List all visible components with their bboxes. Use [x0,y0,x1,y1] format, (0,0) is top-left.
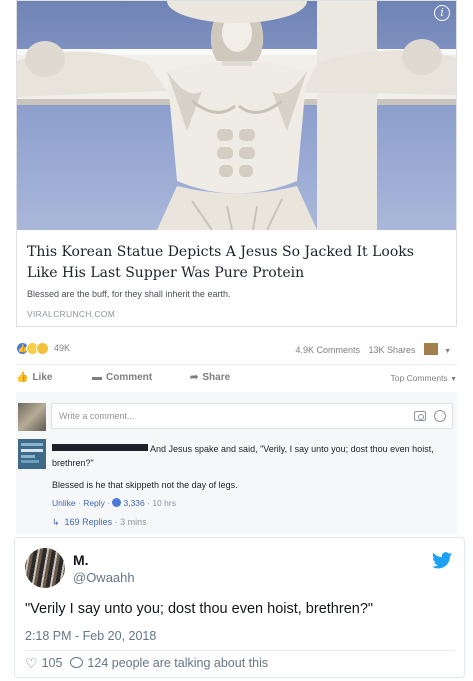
tweet-like-count[interactable]: 105 [42,656,63,670]
link-domain: VIRALCRUNCH.COM [27,309,116,319]
statue-illustration [17,1,456,230]
reply-link[interactable]: Reply [83,498,105,508]
engagement-stats: 4.9K Comments 13K Shares ▼ [295,343,457,355]
reply-body: Blessed is he that skippeth not the day … [52,480,238,490]
comment-label: Comment [106,372,153,383]
commenter-avatar[interactable] [18,439,46,469]
top-comments-label: Top Comments [390,373,448,383]
comment-icon: ▬ [92,372,102,383]
share-arrow-icon: ➦ [190,372,199,383]
reply-time[interactable]: 10 hrs [152,498,176,508]
reaction-count[interactable]: 49K [54,343,70,353]
redacted-name [52,444,148,451]
like-icon [112,498,122,507]
link-preview-card[interactable]: i This Korean Statue Depicts A Jesus So … [16,0,457,327]
comment-body: And Jesus spake and said, "Verily, I say… [52,442,452,470]
comment-placeholder: Write a comment... [59,411,135,421]
share-button[interactable]: ➦ Share [190,372,230,383]
caret-down-icon[interactable]: ▼ [444,348,451,355]
heart-icon[interactable]: ♡ [25,655,38,671]
view-replies-link[interactable]: ↳ 169 Replies · 3 mins [52,517,147,528]
tweet-author-handle[interactable]: @Owaahh [73,570,135,585]
shares-count[interactable]: 13K Shares [369,345,416,355]
top-comments-dropdown[interactable]: Top Comments ▼ [391,373,457,383]
avatar[interactable] [25,548,65,588]
comment-button[interactable]: ▬ Comment [92,372,152,383]
page-avatar-icon[interactable] [424,343,439,355]
link-title[interactable]: This Korean Statue Depicts A Jesus So Ja… [27,242,447,284]
tweet-author-name[interactable]: M. [73,552,89,568]
replies-time: 3 mins [120,517,147,527]
screenshot-root: i This Korean Statue Depicts A Jesus So … [0,0,473,681]
comment-input[interactable]: Write a comment... [51,403,453,429]
tweet-timestamp[interactable]: 2:18 PM - Feb 20, 2018 [25,629,156,643]
post-actions: 👍 Like ▬ Comment ➦ Share Top Comments ▼ [16,372,457,390]
tweet-text: "Verily I say unto you; dost thou even h… [25,601,374,617]
tweet-stats: ♡ 105 124 people are talking about this [25,655,268,672]
reply-arrow-icon: ↳ [52,517,60,527]
comments-section: Write a comment... And Jesus spake and s… [16,392,457,534]
reply-bubble-icon[interactable] [70,657,84,668]
emoji-icon[interactable] [434,410,446,422]
divider [25,650,454,651]
statue-image[interactable]: i [17,1,456,230]
thumbs-up-icon: 👍 [16,372,29,383]
like-button[interactable]: 👍 Like [16,372,52,383]
link-description: Blessed are the buff, for they shall inh… [27,289,231,299]
divider [16,364,457,365]
reply-meta: Unlike · Reply · 3,336 · 10 hrs [52,498,176,508]
twitter-bird-icon[interactable] [432,552,452,574]
reactions-bar: 👍 49K 4.9K Comments 13K Shares ▼ [16,340,457,358]
avatar[interactable] [18,403,46,431]
haha-reaction-icon[interactable] [36,342,49,355]
tweet-talking-count[interactable]: 124 people are talking about this [87,656,268,670]
reply-like-count[interactable]: 3,336 [123,498,144,508]
replies-count: 169 Replies [64,517,113,527]
info-icon[interactable]: i [434,5,450,21]
share-label: Share [202,372,231,383]
camera-icon[interactable] [414,411,426,421]
caret-down-icon: ▼ [450,376,457,383]
like-label: Like [32,372,53,383]
facebook-post: i This Korean Statue Depicts A Jesus So … [0,0,473,534]
comments-count[interactable]: 4.9K Comments [295,345,360,355]
embedded-tweet[interactable]: M. @Owaahh "Verily I say unto you; dost … [14,537,465,678]
unlike-link[interactable]: Unlike [52,498,76,508]
